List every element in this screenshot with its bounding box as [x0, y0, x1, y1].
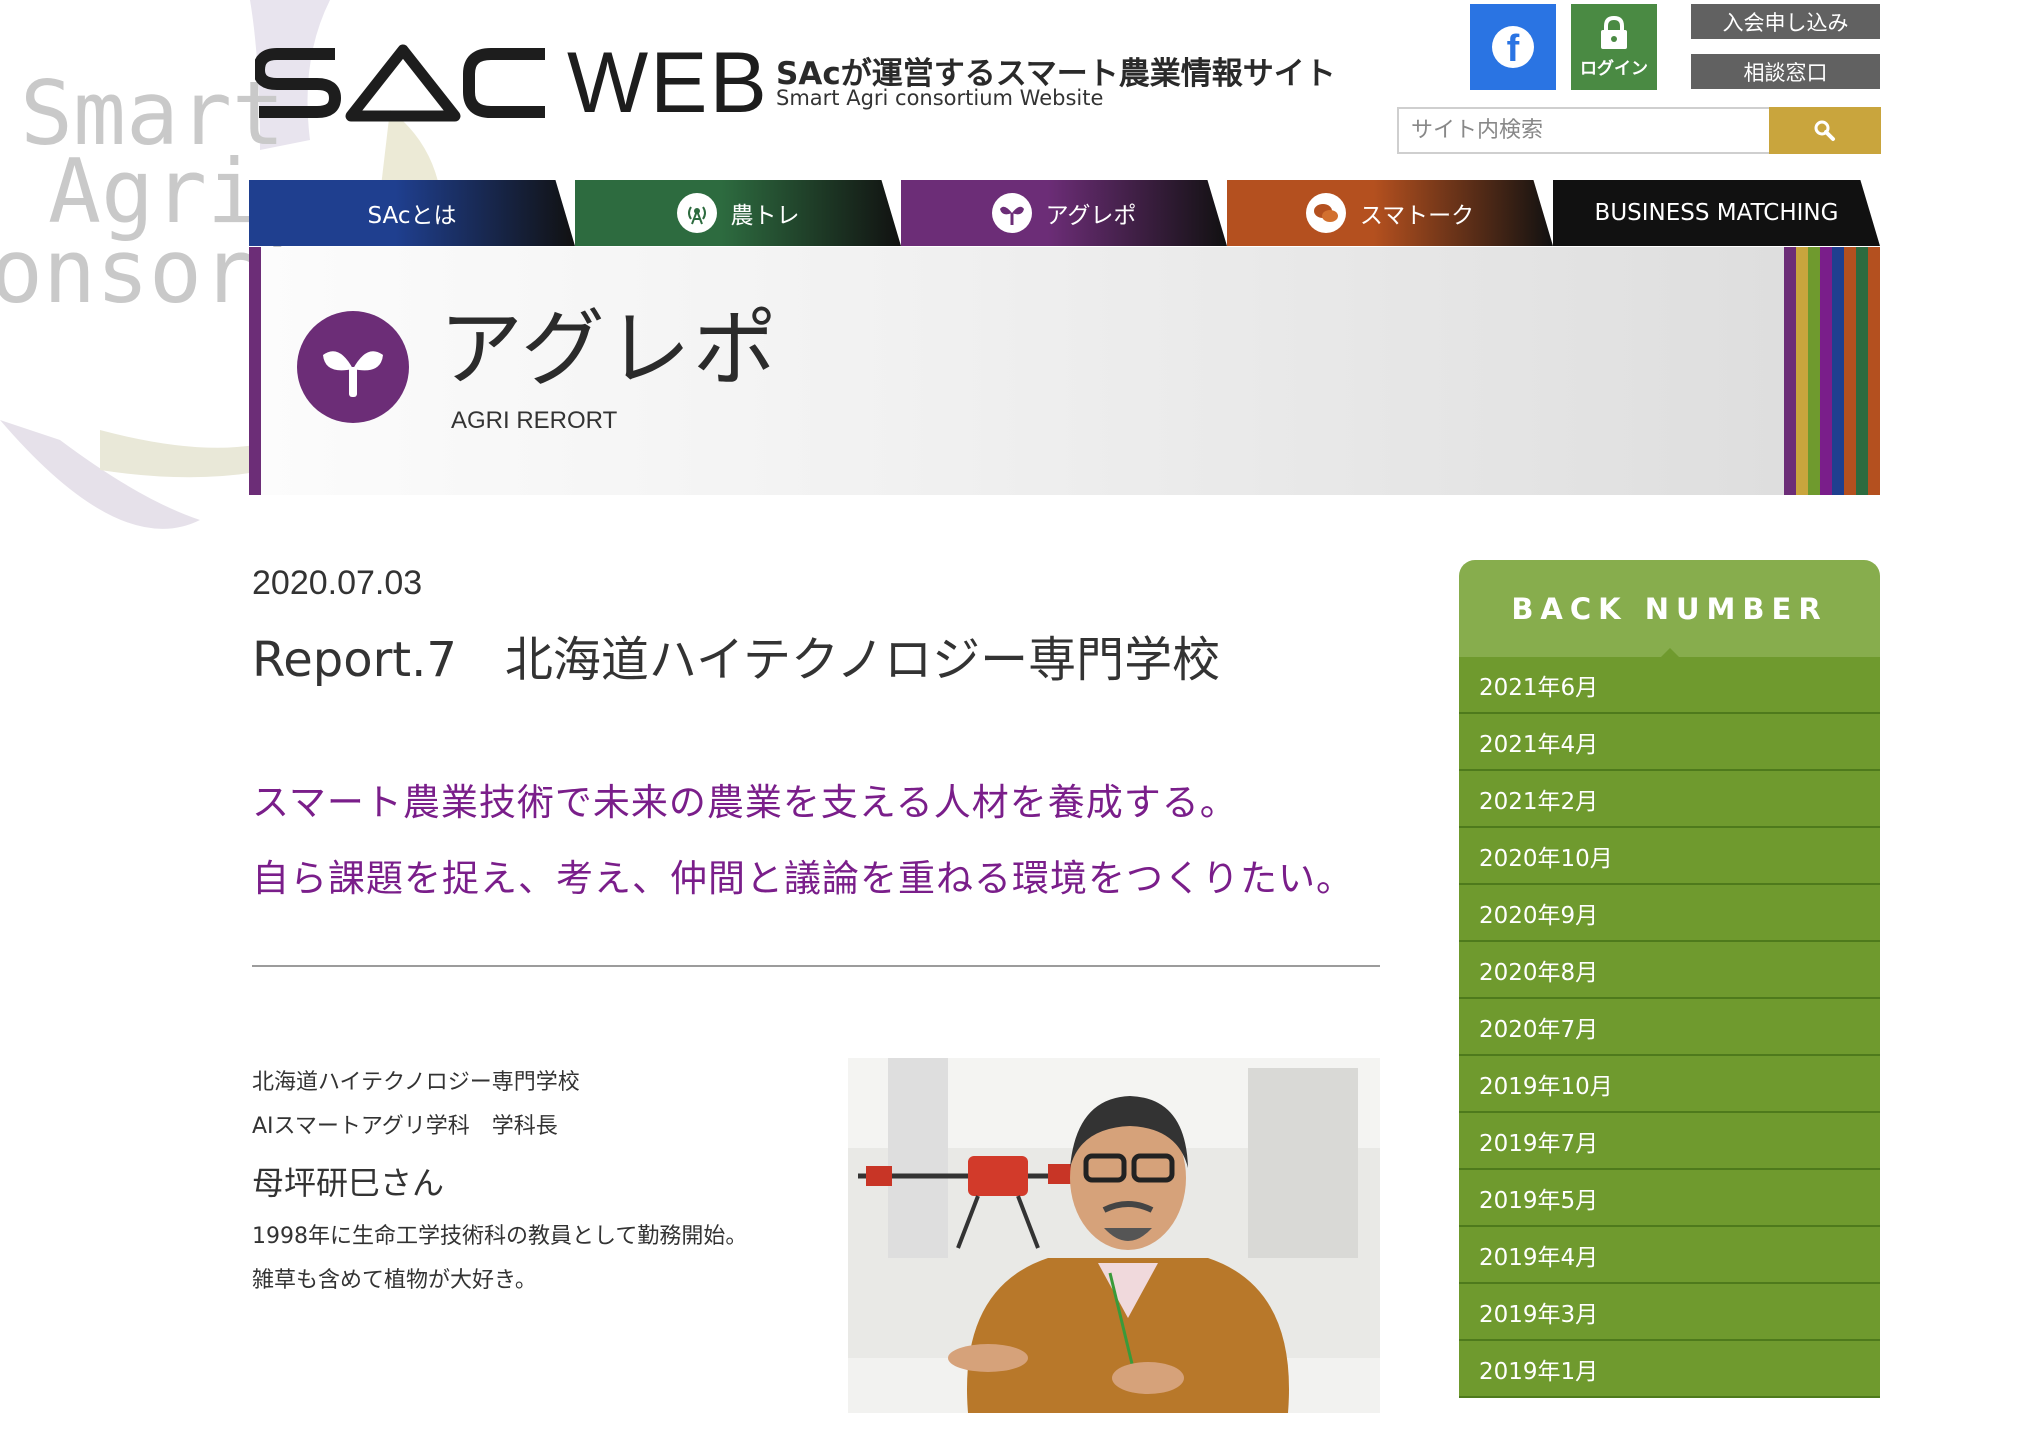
- article-lead-line-1: スマート農業技術で未来の農業を支える人材を養成する。: [252, 781, 1238, 824]
- banner-stripe: [1784, 247, 1796, 495]
- nav-item-agurepo[interactable]: アグレポ: [901, 180, 1227, 246]
- banner-subtitle: AGRI RERORT: [451, 407, 618, 434]
- facebook-icon: f: [1492, 26, 1534, 68]
- banner-stripe: [1844, 247, 1856, 495]
- banner-stripe: [1820, 247, 1832, 495]
- back-number-item-2019-01[interactable]: 2019年1月: [1459, 1341, 1880, 1398]
- banner-accent-edge: [249, 247, 261, 495]
- back-number-item-2019-05[interactable]: 2019年5月: [1459, 1170, 1880, 1227]
- article-title: Report.7 北海道ハイテクノロジー専門学校: [252, 632, 1221, 688]
- banner-stripe: [1796, 247, 1808, 495]
- sac-logo-mark: [255, 44, 545, 122]
- back-number-sidebar: BACK NUMBER 2021年6月 2021年4月 2021年2月 2020…: [1459, 560, 1880, 1398]
- watermark-word-smart: Smart: [20, 62, 285, 165]
- back-number-heading: BACK NUMBER: [1459, 560, 1880, 658]
- banner-color-stripes: [1784, 247, 1880, 495]
- profile-name: 母坪研巳さん: [252, 1164, 445, 1202]
- site-tagline-sub: Smart Agri consortium Website: [776, 86, 1104, 110]
- site-logo[interactable]: [255, 40, 555, 124]
- nav-item-sac[interactable]: SAcとは: [249, 180, 575, 246]
- profile-bio-line-1: 1998年に生命工学技術科の教員として勤務開始。: [252, 1224, 748, 1249]
- site-search: [1397, 107, 1881, 154]
- back-number-item-2019-04[interactable]: 2019年4月: [1459, 1227, 1880, 1284]
- login-button[interactable]: ログイン: [1571, 4, 1657, 90]
- back-number-item-2021-02[interactable]: 2021年2月: [1459, 771, 1880, 828]
- nav-item-sumatalk[interactable]: スマトーク: [1227, 180, 1553, 246]
- chat-bubbles-icon: [1305, 193, 1346, 233]
- profile-organization: 北海道ハイテクノロジー専門学校: [252, 1070, 580, 1095]
- back-number-item-2020-07[interactable]: 2020年7月: [1459, 999, 1880, 1056]
- search-icon: [1814, 120, 1835, 141]
- back-number-item-2019-03[interactable]: 2019年3月: [1459, 1284, 1880, 1341]
- article-date: 2020.07.03: [252, 564, 423, 602]
- interview-photo: [848, 1058, 1380, 1413]
- main-nav: SAcとは 農トレ アグレポ スマトーク BUSINESS MATCHING: [249, 180, 1880, 246]
- facebook-button[interactable]: f: [1470, 4, 1556, 90]
- search-button[interactable]: [1769, 107, 1881, 154]
- banner-stripe: [1856, 247, 1868, 495]
- banner-title: アグレポ: [439, 300, 779, 398]
- nav-item-label: スマトーク: [1359, 203, 1475, 229]
- sprout-icon: [991, 193, 1032, 233]
- nav-item-label: SAcとは: [367, 203, 457, 229]
- agurepo-logo-icon: [297, 311, 409, 423]
- article-divider: [252, 965, 1380, 967]
- back-number-item-2021-04[interactable]: 2021年4月: [1459, 714, 1880, 771]
- back-number-item-2019-10[interactable]: 2019年10月: [1459, 1056, 1880, 1113]
- profile-bio-line-2: 雑草も含めて植物が大好き。: [252, 1268, 537, 1293]
- profile-role: AIスマートアグリ学科 学科長: [252, 1114, 558, 1139]
- back-number-item-2020-10[interactable]: 2020年10月: [1459, 828, 1880, 885]
- back-number-item-2019-07[interactable]: 2019年7月: [1459, 1113, 1880, 1170]
- nav-item-label: 農トレ: [730, 203, 800, 229]
- article-lead-line-2: 自ら課題を捉え、考え、仲間と議論を重ねる環境をつくりたい。: [252, 857, 1354, 900]
- banner-stripe: [1868, 247, 1880, 495]
- banner-stripe: [1832, 247, 1844, 495]
- back-number-item-2020-08[interactable]: 2020年8月: [1459, 942, 1880, 999]
- lock-icon: [1601, 15, 1627, 49]
- interview-photo-illustration: [848, 1058, 1380, 1413]
- logo-web-text: WEB: [567, 35, 769, 131]
- login-label: ログイン: [1580, 58, 1648, 79]
- antenna-icon: [676, 193, 717, 233]
- nav-item-notore[interactable]: 農トレ: [575, 180, 901, 246]
- nav-item-label: BUSINESS MATCHING: [1594, 200, 1839, 226]
- consult-button[interactable]: 相談窓口: [1691, 54, 1880, 89]
- back-number-item-2021-06[interactable]: 2021年6月: [1459, 657, 1880, 714]
- back-number-heading-label: BACK NUMBER: [1511, 591, 1828, 626]
- join-button[interactable]: 入会申し込み: [1691, 4, 1880, 39]
- search-input[interactable]: [1397, 107, 1769, 154]
- nav-item-business-matching[interactable]: BUSINESS MATCHING: [1553, 180, 1880, 246]
- back-number-item-2020-09[interactable]: 2020年9月: [1459, 885, 1880, 942]
- section-banner: アグレポ AGRI RERORT: [249, 247, 1880, 495]
- watermark-word-agri: Agri: [48, 140, 260, 243]
- banner-stripe: [1808, 247, 1820, 495]
- nav-item-label: アグレポ: [1045, 203, 1137, 229]
